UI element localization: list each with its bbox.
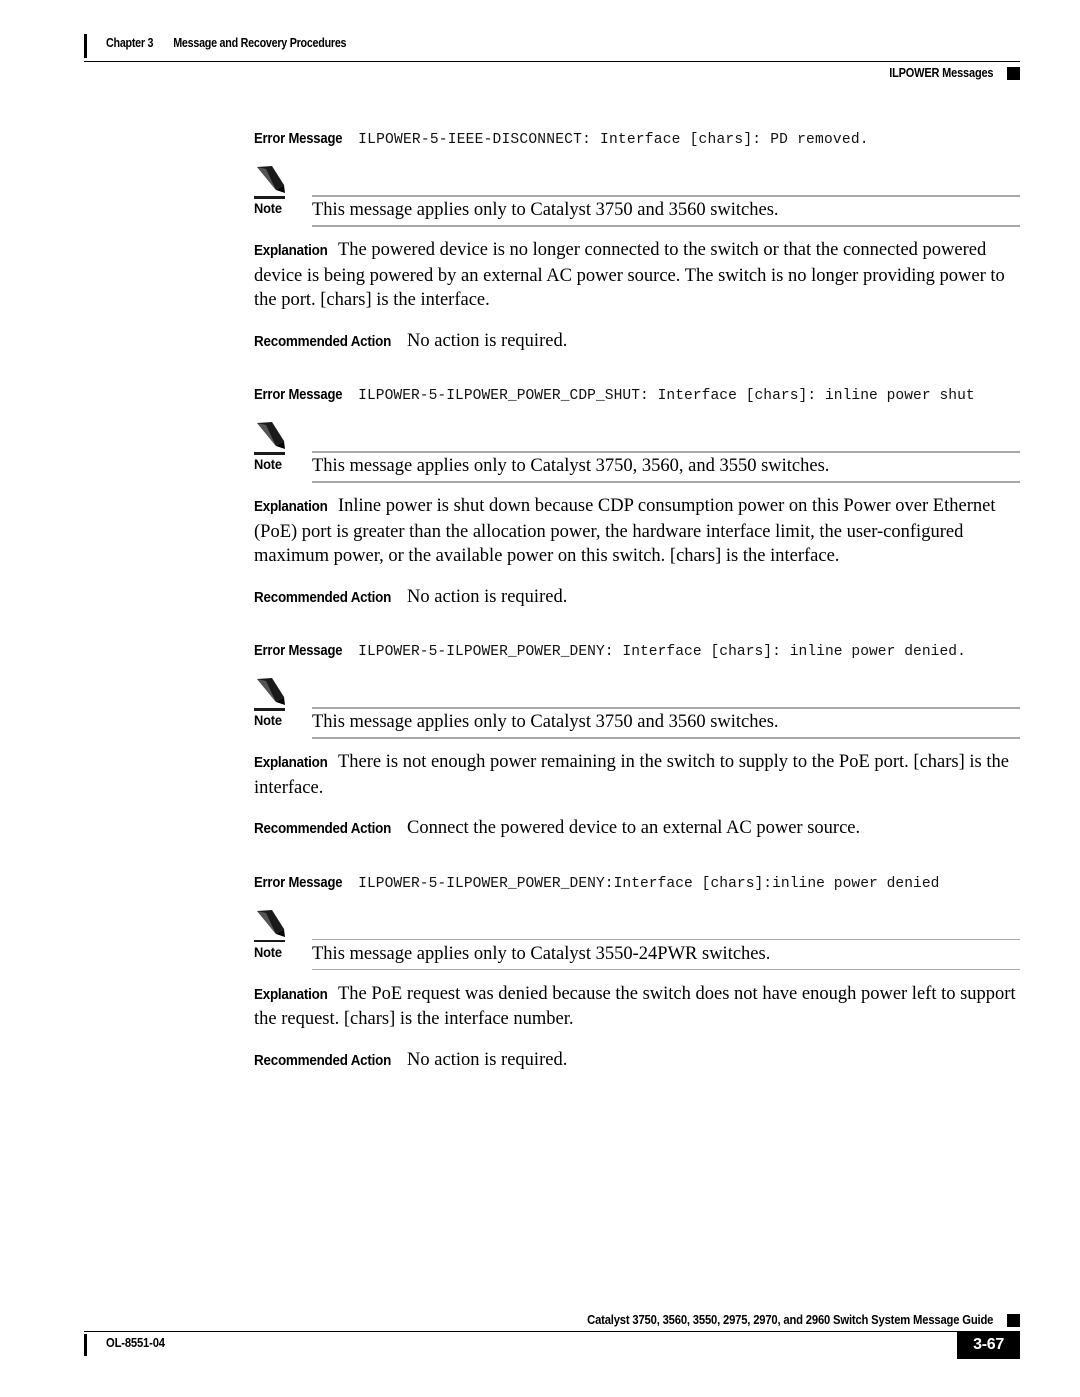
header-marker-square-icon	[1007, 66, 1020, 80]
chapter-number: Chapter 3	[106, 36, 154, 50]
explanation-paragraph: Explanation There is not enough power rem…	[254, 750, 1020, 800]
recommended-action-label: Recommended Action	[254, 333, 392, 350]
page-header: Chapter 3 Message and Recovery Procedure…	[84, 34, 1020, 80]
explanation-label: Explanation	[254, 499, 328, 515]
header-left-margin-bar	[84, 34, 87, 58]
explanation-text: The powered device is no longer connecte…	[254, 240, 1005, 310]
recommended-action-label: Recommended Action	[254, 1052, 392, 1069]
footer-marker-square-icon	[1007, 1313, 1020, 1327]
pencil-icon	[254, 676, 294, 708]
explanation-label: Explanation	[254, 986, 328, 1003]
note-label: Note	[254, 200, 282, 216]
explanation-text: Inline power is shut down because CDP co…	[254, 496, 996, 566]
note-text: This message applies only to Catalyst 37…	[312, 456, 830, 476]
note-icon-underline	[254, 196, 285, 199]
recommended-action-paragraph: Recommended Action No action is required.	[254, 1048, 1020, 1074]
explanation-paragraph: Explanation The PoE request was denied be…	[254, 982, 1020, 1032]
note-label: Note	[254, 943, 282, 960]
explanation-label: Explanation	[254, 755, 328, 771]
error-message-code: ILPOWER-5-ILPOWER_POWER_DENY:Interface […	[358, 875, 940, 892]
error-message-code: ILPOWER-5-ILPOWER_POWER_DENY: Interface …	[358, 644, 966, 660]
pencil-icon	[254, 164, 294, 196]
error-message-line: Error Message ILPOWER-5-ILPOWER_POWER_DEN…	[254, 640, 1020, 666]
note-icon-underline	[254, 939, 285, 942]
recommended-action-text: No action is required.	[407, 586, 568, 607]
note-icon-underline	[254, 452, 285, 455]
recommended-action-label: Recommended Action	[254, 821, 392, 837]
page-footer: Catalyst 3750, 3560, 3550, 2975, 2970, a…	[84, 1310, 1020, 1366]
footer-divider	[84, 1331, 1020, 1332]
header-divider	[84, 61, 1020, 62]
note-bottom-divider	[312, 225, 1020, 227]
guide-title: Catalyst 3750, 3560, 3550, 2975, 2970, a…	[586, 1313, 993, 1327]
note-bottom-divider	[312, 481, 1020, 483]
error-message-line: Error Message ILPOWER-5-IEEE-DISCONNECT: …	[254, 128, 1020, 154]
breadcrumb: Chapter 3 Message and Recovery Procedure…	[106, 36, 347, 50]
explanation-paragraph: Explanation The powered device is no long…	[254, 238, 1020, 313]
note-box: Note This message applies only to Cataly…	[254, 908, 1020, 971]
explanation-label: Explanation	[254, 243, 328, 259]
explanation-paragraph: Explanation Inline power is shut down bec…	[254, 494, 1020, 569]
note-label: Note	[254, 712, 282, 728]
recommended-action-text: No action is required.	[407, 1049, 568, 1070]
note-box: Note This message applies only to Cataly…	[254, 164, 1020, 227]
pencil-icon	[254, 420, 294, 452]
note-bottom-divider	[312, 737, 1020, 739]
document-id: OL-8551-04	[106, 1336, 165, 1350]
note-icon-underline	[254, 708, 285, 711]
recommended-action-paragraph: Recommended Action Connect the powered de…	[254, 816, 1020, 842]
message-block: Error Message ILPOWER-5-IEEE-DISCONNECT: …	[254, 128, 1020, 354]
error-message-line: Error Message ILPOWER-5-ILPOWER_POWER_DEN…	[254, 872, 1020, 898]
recommended-action-text: Connect the powered device to an externa…	[407, 818, 861, 838]
page-content: Error Message ILPOWER-5-IEEE-DISCONNECT: …	[254, 128, 1020, 1073]
page-number: 3-67	[957, 1332, 1020, 1359]
note-text: This message applies only to Catalyst 35…	[312, 943, 771, 964]
error-message-label: Error Message	[254, 387, 343, 403]
message-block: Error Message ILPOWER-5-ILPOWER_POWER_CDP…	[254, 384, 1020, 610]
note-label: Note	[254, 456, 282, 472]
explanation-text: The PoE request was denied because the s…	[254, 983, 1016, 1030]
message-block: Error Message ILPOWER-5-ILPOWER_POWER_DEN…	[254, 640, 1020, 842]
recommended-action-paragraph: Recommended Action No action is required.	[254, 585, 1020, 611]
note-text: This message applies only to Catalyst 37…	[312, 712, 779, 732]
footer-title-group: Catalyst 3750, 3560, 3550, 2975, 2970, a…	[84, 1310, 1020, 1330]
section-title: ILPOWER Messages	[888, 66, 993, 80]
header-section-group: ILPOWER Messages	[875, 64, 1020, 82]
note-box: Note This message applies only to Cataly…	[254, 676, 1020, 739]
error-message-label: Error Message	[254, 643, 343, 659]
error-message-line: Error Message ILPOWER-5-ILPOWER_POWER_CDP…	[254, 384, 1020, 410]
explanation-text: There is not enough power remaining in t…	[254, 752, 1009, 798]
chapter-title: Message and Recovery Procedures	[173, 36, 347, 50]
footer-left-margin-bar	[84, 1334, 87, 1356]
recommended-action-paragraph: Recommended Action No action is required.	[254, 329, 1020, 355]
recommended-action-text: No action is required.	[407, 330, 568, 351]
note-box: Note This message applies only to Cataly…	[254, 420, 1020, 483]
error-message-code: ILPOWER-5-IEEE-DISCONNECT: Interface [ch…	[358, 132, 869, 148]
message-block: Error Message ILPOWER-5-ILPOWER_POWER_DEN…	[254, 872, 1020, 1074]
note-text: This message applies only to Catalyst 37…	[312, 200, 779, 220]
error-message-label: Error Message	[254, 874, 343, 891]
recommended-action-label: Recommended Action	[254, 589, 392, 606]
note-bottom-divider	[312, 968, 1020, 971]
pencil-icon	[254, 908, 294, 940]
error-message-code: ILPOWER-5-ILPOWER_POWER_CDP_SHUT: Interf…	[358, 388, 975, 404]
error-message-label: Error Message	[254, 131, 343, 147]
